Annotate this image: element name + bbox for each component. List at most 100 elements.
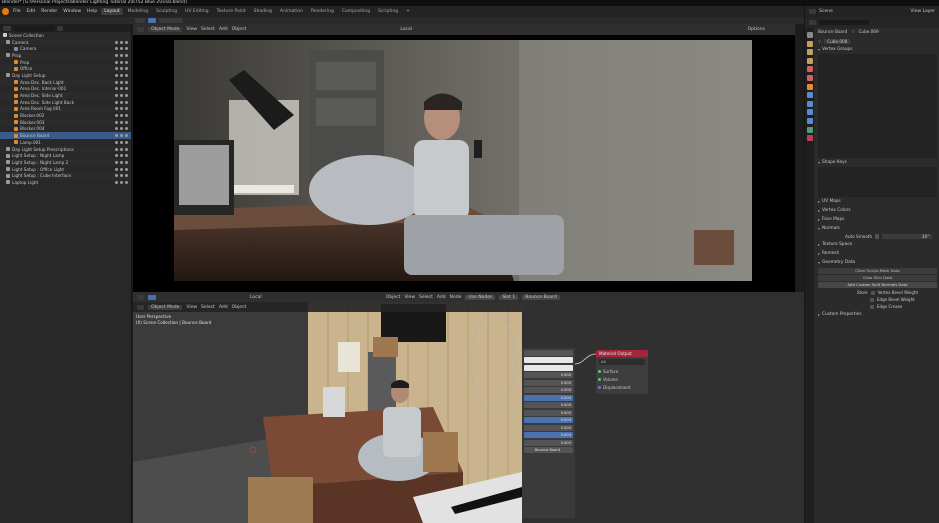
node-field[interactable]: 0.000 bbox=[524, 387, 573, 393]
eye-icon[interactable] bbox=[120, 47, 123, 51]
node-editor-type-select[interactable]: Object bbox=[386, 295, 401, 300]
mesh-data-tab-icon[interactable] bbox=[806, 126, 813, 133]
menu-render[interactable]: Render bbox=[39, 9, 59, 14]
material-output-node[interactable]: Material Output All Surface Volume Displ… bbox=[596, 350, 648, 394]
visibility-toggles[interactable] bbox=[115, 53, 128, 57]
checkbox-icon[interactable] bbox=[115, 147, 118, 151]
outliner-row[interactable]: Area Dec. Back Light bbox=[0, 78, 131, 86]
filter-icon[interactable] bbox=[57, 25, 63, 31]
checkbox-icon[interactable] bbox=[115, 127, 118, 131]
use-nodes-checkbox[interactable]: Use Nodes bbox=[465, 294, 496, 300]
orientation-select[interactable]: Local bbox=[400, 27, 412, 32]
constraints-tab-icon[interactable] bbox=[806, 117, 813, 124]
scene-icon[interactable] bbox=[809, 9, 816, 14]
editor-type-icon[interactable] bbox=[137, 27, 144, 32]
eye-icon[interactable] bbox=[120, 40, 123, 44]
eye-icon[interactable] bbox=[120, 67, 123, 71]
node-field[interactable]: 0.000 bbox=[524, 432, 573, 438]
visibility-toggles[interactable] bbox=[115, 73, 128, 77]
edge-crease-checkbox[interactable] bbox=[870, 304, 874, 309]
visibility-toggles[interactable] bbox=[115, 167, 128, 171]
menu-help[interactable]: Help bbox=[85, 9, 99, 14]
clear-skin-data-button[interactable]: Clear Skin Data bbox=[818, 275, 937, 281]
workspace-tab-animation[interactable]: Animation bbox=[277, 8, 306, 15]
eye-icon[interactable] bbox=[120, 147, 123, 151]
workspace-tab-uv-editing[interactable]: UV Editing bbox=[182, 8, 211, 15]
auto-smooth-checkbox[interactable] bbox=[875, 234, 880, 239]
display-mode-icon[interactable] bbox=[3, 25, 11, 31]
visibility-toggles[interactable] bbox=[115, 40, 128, 44]
slot-select[interactable]: Slot 1 bbox=[499, 294, 519, 300]
editor-type-icon[interactable] bbox=[137, 304, 144, 310]
section-geometry-data[interactable]: ▾ Geometry Data bbox=[815, 258, 939, 267]
modifier-tab-icon[interactable] bbox=[806, 92, 813, 99]
mesh-datablock-field[interactable]: Cube.008 bbox=[824, 39, 851, 44]
node-field[interactable]: 0.000 bbox=[524, 417, 573, 423]
camera-icon[interactable] bbox=[125, 80, 128, 84]
vertex-groups-list[interactable] bbox=[818, 54, 937, 158]
checkbox-icon[interactable] bbox=[115, 114, 118, 118]
outliner-row[interactable]: Bounce Board bbox=[0, 132, 131, 139]
eye-icon[interactable] bbox=[120, 94, 123, 98]
section-shape-keys[interactable]: ▾ Shape Keys bbox=[815, 158, 939, 167]
node-field[interactable]: 0.000 bbox=[524, 379, 573, 386]
node-field[interactable]: 0.000 bbox=[524, 372, 573, 378]
camera-icon[interactable] bbox=[125, 127, 128, 131]
workspace-tab-layout[interactable]: Layout bbox=[101, 8, 123, 15]
eye-icon[interactable] bbox=[120, 167, 123, 171]
checkbox-icon[interactable] bbox=[115, 73, 118, 77]
outliner-row[interactable]: Light Setup : Night Lamp bbox=[0, 152, 131, 159]
workspace-tab-shading[interactable]: Shading bbox=[251, 8, 275, 15]
outliner-row[interactable]: Blocker.004 bbox=[0, 126, 131, 133]
camera-icon[interactable] bbox=[125, 67, 128, 71]
checkbox-icon[interactable] bbox=[115, 180, 118, 184]
checkbox-icon[interactable] bbox=[115, 40, 118, 44]
outliner-row[interactable]: Prop bbox=[0, 59, 131, 66]
visibility-toggles[interactable] bbox=[115, 107, 128, 111]
section-vertex-colors[interactable]: ▸ Vertex Colors bbox=[815, 206, 939, 215]
render-menu-select[interactable]: Select bbox=[201, 27, 215, 32]
checkbox-icon[interactable] bbox=[115, 107, 118, 111]
camera-icon[interactable] bbox=[125, 60, 128, 64]
particles-tab-icon[interactable] bbox=[806, 100, 813, 107]
node-field[interactable]: 0.000 bbox=[524, 439, 573, 446]
section-face-maps[interactable]: ▸ Face Maps bbox=[815, 215, 939, 224]
workspace-tab-sculpting[interactable]: Sculpting bbox=[153, 8, 180, 15]
checkbox-icon[interactable] bbox=[115, 87, 118, 91]
node-field[interactable]: 0.000 bbox=[524, 409, 573, 416]
viewport-mode-select[interactable]: Object Mode bbox=[148, 304, 183, 310]
base-color-field[interactable] bbox=[524, 357, 573, 363]
material-tab-icon[interactable] bbox=[806, 135, 813, 142]
outliner-row[interactable]: Blocker.003 bbox=[0, 118, 131, 126]
blender-logo-icon[interactable] bbox=[2, 8, 9, 15]
checkbox-icon[interactable] bbox=[115, 134, 118, 138]
menu-file[interactable]: File bbox=[11, 9, 23, 14]
vertex-bevel-weight-checkbox[interactable] bbox=[870, 290, 875, 295]
visibility-toggles[interactable] bbox=[115, 60, 128, 64]
checkbox-icon[interactable] bbox=[115, 94, 118, 98]
render-menu-view[interactable]: View bbox=[186, 27, 197, 32]
outliner-root[interactable]: Scene Collection bbox=[0, 32, 131, 39]
node-field[interactable] bbox=[524, 349, 573, 356]
visibility-toggles[interactable] bbox=[115, 147, 128, 151]
displacement-socket[interactable]: Displacement bbox=[596, 383, 648, 391]
camera-icon[interactable] bbox=[125, 100, 128, 104]
auto-smooth-angle-field[interactable]: 30° bbox=[882, 234, 933, 239]
section-texture-space[interactable]: ▸ Texture Space bbox=[815, 240, 939, 249]
camera-icon[interactable] bbox=[125, 180, 128, 184]
menu-edit[interactable]: Edit bbox=[25, 9, 38, 14]
checkbox-icon[interactable] bbox=[115, 167, 118, 171]
node-field[interactable]: 0.000 bbox=[524, 402, 573, 408]
eye-icon[interactable] bbox=[120, 60, 123, 64]
visibility-toggles[interactable] bbox=[115, 67, 128, 71]
checkbox-icon[interactable] bbox=[115, 160, 118, 164]
physics-tab-icon[interactable] bbox=[806, 109, 813, 116]
viewport-menu-add[interactable]: Add bbox=[219, 305, 228, 310]
tool-chip[interactable] bbox=[159, 18, 183, 23]
add-workspace-button[interactable]: + bbox=[403, 8, 413, 15]
eye-icon[interactable] bbox=[120, 114, 123, 118]
section-vertex-groups[interactable]: ▾ Vertex Groups bbox=[815, 45, 939, 54]
visibility-toggles[interactable] bbox=[115, 174, 128, 178]
workspace-tab-scripting[interactable]: Scripting bbox=[375, 8, 401, 15]
checkbox-icon[interactable] bbox=[115, 67, 118, 71]
